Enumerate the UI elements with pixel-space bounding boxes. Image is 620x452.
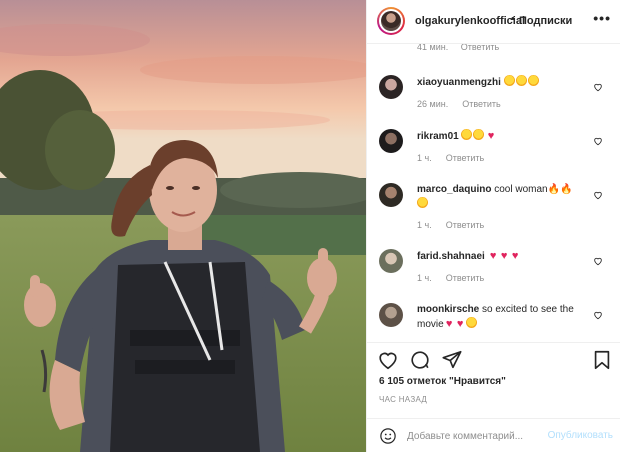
commenter-avatar[interactable] — [379, 303, 403, 327]
fire-emoji: 🔥 — [560, 184, 573, 195]
commenter-avatar[interactable] — [379, 249, 403, 273]
red-heart-emoji: ♥ — [445, 318, 453, 330]
comment-text: moonkirsche so excited to see the movie ♥… — [417, 303, 587, 332]
comment-meta: 26 мин. Ответить — [417, 99, 501, 109]
like-comment-heart-icon[interactable] — [593, 256, 603, 266]
commenter-username[interactable]: rikram01 — [417, 131, 459, 142]
bookmark-icon[interactable] — [591, 349, 613, 371]
publish-button[interactable]: Опубликовать — [548, 430, 613, 441]
red-heart-emoji: ♥ — [489, 250, 497, 262]
comment-input[interactable] — [407, 428, 547, 444]
comments-list[interactable]: 41 мин. Ответить xiaoyuanmengzhi 26 мин.… — [367, 44, 620, 342]
like-comment-heart-icon[interactable] — [593, 82, 603, 92]
emoji-smile-icon[interactable] — [379, 427, 397, 445]
commenter-username[interactable]: farid.shahnaei — [417, 251, 485, 262]
partial-comment-meta: 41 мин. Ответить — [417, 44, 509, 52]
author-avatar[interactable] — [377, 7, 405, 35]
reply-link[interactable]: Ответить — [461, 44, 499, 52]
reply-link[interactable]: Ответить — [462, 99, 500, 109]
face-heart-eyes-emoji — [473, 129, 485, 140]
reply-link[interactable]: Ответить — [446, 220, 484, 230]
comment-text: rikram01 ♥ — [417, 129, 587, 144]
post-photo[interactable] — [0, 0, 366, 452]
comment-meta: 1 ч. Ответить — [417, 273, 484, 283]
comment-composer: Опубликовать — [367, 418, 620, 452]
comment-text: marco_daquino cool woman🔥🔥 — [417, 183, 587, 212]
comment-bubble-icon[interactable] — [409, 349, 431, 371]
face-heart-eyes-emoji — [503, 75, 515, 86]
reply-link[interactable]: Ответить — [446, 153, 484, 163]
more-options-icon[interactable]: ••• — [593, 10, 611, 26]
commenter-avatar[interactable] — [379, 183, 403, 207]
like-comment-heart-icon[interactable] — [593, 310, 603, 320]
comment-time: 26 мин. — [417, 99, 449, 109]
commenter-avatar[interactable] — [379, 75, 403, 99]
likes-count[interactable]: 6 105 отметок "Нравится" — [379, 376, 506, 387]
heart-outline-icon[interactable] — [377, 349, 399, 371]
author-username[interactable]: olgakurylenkoofficial — [415, 15, 525, 27]
photo-illustration — [0, 0, 366, 452]
commenter-username[interactable]: moonkirsche — [417, 304, 479, 315]
face-heart-eyes-emoji — [465, 317, 477, 328]
face-heart-eyes-emoji — [461, 129, 473, 140]
like-comment-heart-icon[interactable] — [593, 190, 603, 200]
paper-plane-icon[interactable] — [441, 349, 463, 371]
face-heart-eyes-emoji — [417, 197, 428, 208]
comment-meta: 1 ч. Ответить — [417, 220, 484, 230]
comment-time: 1 ч. — [417, 273, 432, 283]
post-side-panel: olgakurylenkoofficial • Подписки ••• 41 … — [366, 0, 620, 452]
red-heart-emoji: ♥ — [500, 250, 508, 262]
comment-time: 1 ч. — [417, 220, 432, 230]
fire-emoji: 🔥 — [547, 184, 561, 195]
comment-body: cool woman — [494, 184, 548, 195]
post-timestamp: ЧАС НАЗАД — [379, 395, 428, 404]
face-heart-eyes-emoji — [515, 75, 527, 86]
commenter-avatar[interactable] — [379, 129, 403, 153]
reply-link[interactable]: Ответить — [446, 273, 484, 283]
red-heart-emoji: ♥ — [456, 318, 464, 330]
comment-meta: 1 ч. Ответить — [417, 153, 484, 163]
following-button[interactable]: Подписки — [519, 15, 572, 27]
commenter-username[interactable]: xiaoyuanmengzhi — [417, 77, 501, 88]
comment-time: 41 мин. — [417, 44, 449, 52]
red-heart-emoji: ♥ — [487, 130, 495, 142]
comment-text: xiaoyuanmengzhi — [417, 75, 587, 90]
like-comment-heart-icon[interactable] — [593, 136, 603, 146]
avatar-ring-inner — [379, 9, 403, 33]
instagram-post: olgakurylenkoofficial • Подписки ••• 41 … — [0, 0, 620, 452]
header-separator: • — [511, 13, 515, 25]
post-header: olgakurylenkoofficial • Подписки ••• — [367, 0, 620, 44]
post-actions-bar — [367, 342, 620, 376]
red-heart-emoji: ♥ — [511, 250, 519, 262]
commenter-username[interactable]: marco_daquino — [417, 184, 491, 195]
comment-time: 1 ч. — [417, 153, 432, 163]
face-heart-eyes-emoji — [527, 75, 539, 86]
author-avatar-image — [381, 11, 401, 31]
comment-text: farid.shahnaei ♥ ♥ ♥ — [417, 249, 587, 264]
